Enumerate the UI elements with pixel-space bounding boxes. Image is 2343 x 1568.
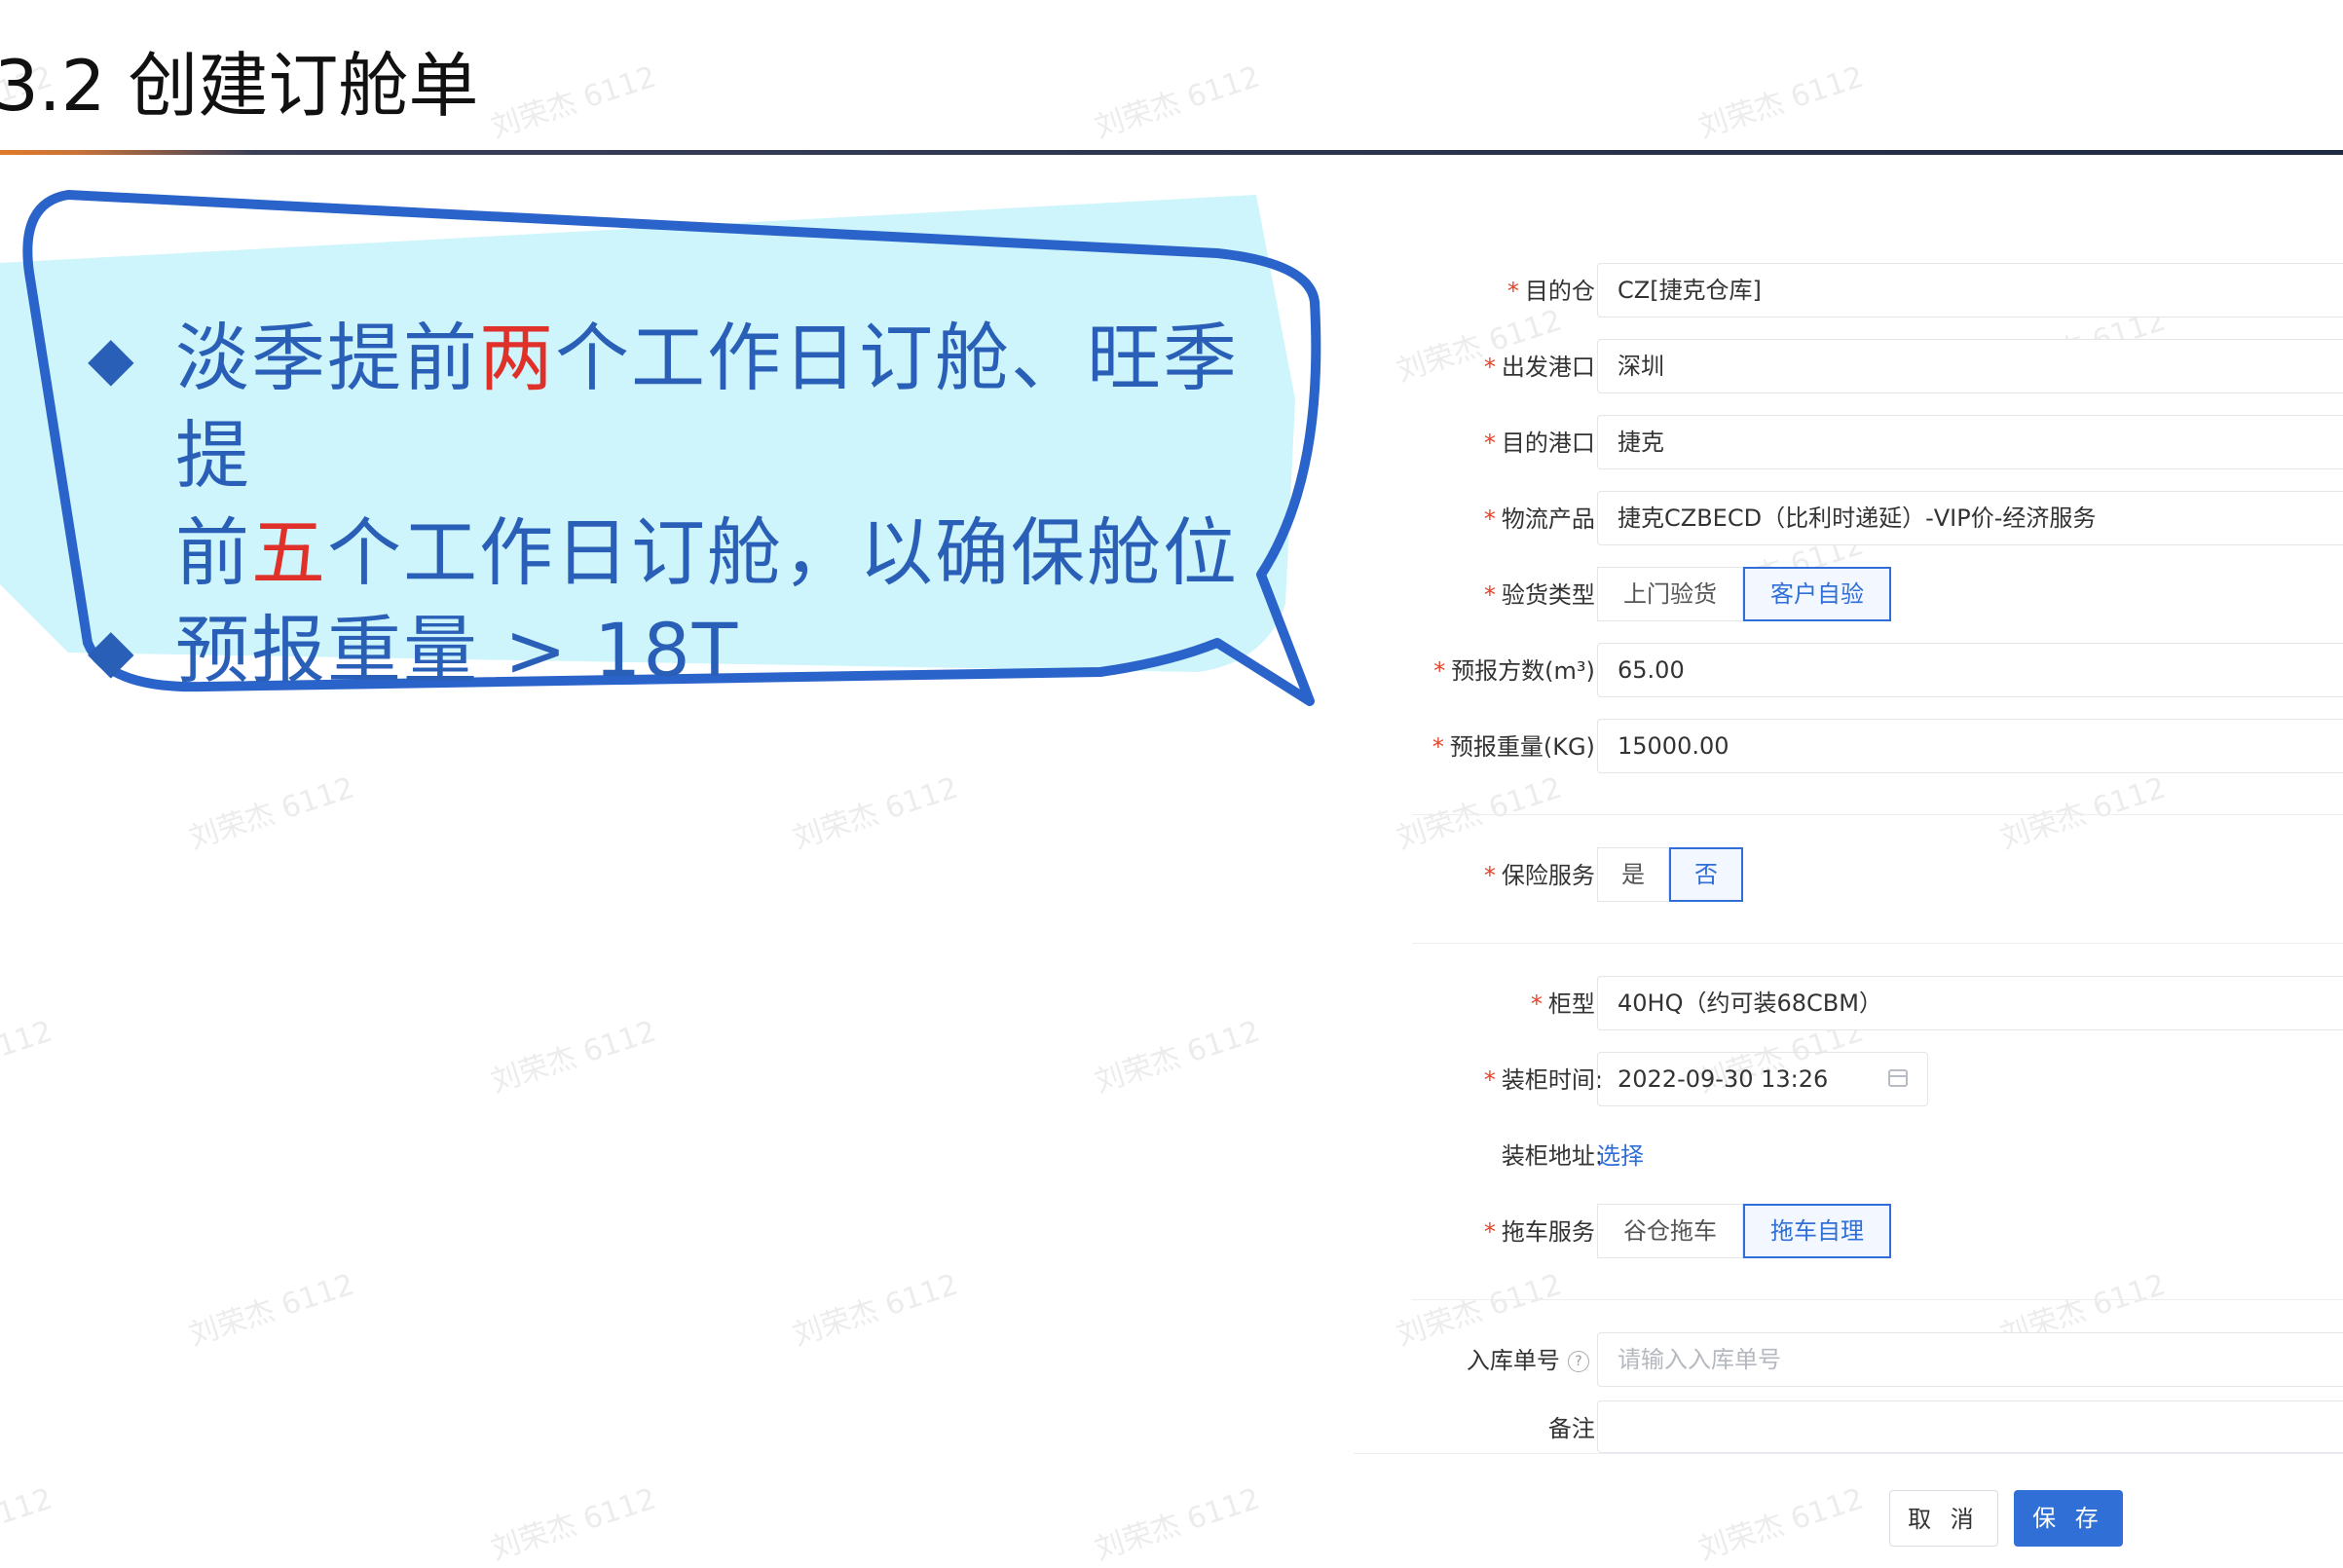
label-container-type: * 柜型: [1530,990,1603,1018]
watermark-text: 刘荣杰 6112 [184,770,359,857]
watermark-text: 刘荣杰 6112 [788,770,963,857]
bullet-item-weight: ◆ 预报重量 > 18T [88,602,1305,699]
row-forecast-weight: * 预报重量(KG): 15000.00 [1354,719,2343,775]
forecast-weight-input[interactable]: 15000.00 [1597,719,2343,773]
label-destination-warehouse: * 目的仓: [1506,278,1603,305]
required-mark: * [1483,1218,1496,1246]
watermark-text: 刘荣杰 6112 [0,1014,57,1101]
form-footer-divider [1354,1453,2343,1454]
title-underline [0,150,2343,155]
form-divider [1412,943,2343,944]
row-container-type: * 柜型: 40HQ（约可装68CBM） [1354,976,2343,1032]
required-mark: * [1483,862,1496,889]
row-loading-time: * 装柜时间: 2022-09-30 13:26 [1354,1052,2343,1108]
required-mark: * [1530,990,1543,1018]
inspection-option-onsite[interactable]: 上门验货 [1597,567,1743,621]
help-icon[interactable]: ? [1567,1351,1589,1372]
row-trucking: * 拖车服务: 谷仓拖车 拖车自理 [1354,1204,2343,1260]
slide-canvas: 刘荣杰 6112 刘荣杰 6112 刘荣杰 6112 刘荣杰 6112 刘荣杰 6112… [0,0,2343,1568]
watermark-text: 刘荣杰 6112 [0,1481,57,1568]
loading-time-picker[interactable]: 2022-09-30 13:26 [1597,1052,1928,1106]
slide-title: 3.2 创建订舱单 [0,45,479,127]
required-mark: * [1483,354,1496,381]
watermark-text: 刘荣杰 6112 [184,1267,359,1354]
trucking-toggle: 谷仓拖车 拖车自理 [1597,1204,1891,1258]
inspection-option-self[interactable]: 客户自验 [1743,567,1891,621]
calendar-icon[interactable] [1888,1069,1908,1087]
required-mark: * [1483,1066,1496,1094]
row-inbound-no: 入库单号?: 请输入入库单号 [1354,1332,2343,1389]
cancel-button[interactable]: 取 消 [1889,1490,1998,1547]
booking-form: * 目的仓: CZ[捷克仓库] * 出发港口: 深圳 * 目的港口: 捷克 * 物流产品… [1354,255,2343,1568]
container-type-field[interactable]: 40HQ（约可装68CBM） [1597,976,2343,1030]
label-trucking: * 拖车服务: [1483,1218,1603,1246]
diamond-icon: ◆ [88,322,136,393]
bullet-text-part: 前 [175,509,251,596]
label-departure-port: * 出发港口: [1483,354,1603,381]
insurance-option-no[interactable]: 否 [1669,847,1743,902]
required-mark: * [1506,278,1519,305]
bullet-highlight-two: 两 [479,315,555,401]
row-forecast-volume: * 预报方数(m³): 65.00 [1354,643,2343,699]
required-mark: * [1432,733,1444,761]
watermark-text: 刘荣杰 6112 [788,1267,963,1354]
row-destination-port: * 目的港口: 捷克 [1354,415,2343,471]
bullet-text-part: 个工作日订舱，以确保舱位 [327,509,1239,596]
row-inspection-type: * 验货类型: 上门验货 客户自验 [1354,567,2343,623]
loading-time-value: 2022-09-30 13:26 [1618,1065,1829,1093]
row-departure-port: * 出发港口: 深圳 [1354,339,2343,395]
row-insurance: * 保险服务: 是 否 [1354,847,2343,904]
required-mark: * [1483,429,1496,457]
trucking-option-warehouse[interactable]: 谷仓拖车 [1597,1204,1743,1258]
bullet-highlight-five: 五 [251,509,327,596]
remarks-textarea[interactable] [1597,1400,2343,1453]
label-logistics-product: * 物流产品: [1483,505,1603,533]
forecast-volume-input[interactable]: 65.00 [1597,643,2343,697]
logistics-product-field[interactable]: 捷克CZBECD（比利时递延）-VIP价-经济服务 [1597,491,2343,545]
watermark-text: 刘荣杰 6112 [1693,59,1869,146]
select-address-link[interactable]: 选择 [1597,1128,1644,1184]
watermark-text: 刘荣杰 6112 [486,1014,661,1101]
insurance-toggle: 是 否 [1597,847,1743,902]
required-mark: * [1483,505,1496,533]
label-loading-address: 装柜地址: [1501,1142,1603,1170]
row-loading-address: 装柜地址: 选择 [1354,1128,2343,1184]
label-forecast-volume: * 预报方数(m³): [1433,657,1603,685]
watermark-text: 刘荣杰 6112 [486,1481,661,1568]
watermark-text: 刘荣杰 6112 [486,59,661,146]
required-mark: * [1483,581,1496,609]
form-divider [1412,814,2343,815]
label-loading-time: * 装柜时间: [1483,1066,1603,1094]
bubble-text: ◆ 淡季提前两个工作日订舱、旺季提 前五个工作日订舱，以确保舱位 ◆ 预报重量 … [88,310,1305,699]
label-remarks: 备注: [1547,1415,1603,1442]
label-inspection-type: * 验货类型: [1483,581,1603,609]
watermark-text: 刘荣杰 6112 [1090,1481,1265,1568]
label-destination-port: * 目的港口: [1483,429,1603,457]
destination-port-field[interactable]: 捷克 [1597,415,2343,469]
form-divider [1412,1299,2343,1300]
inbound-no-input[interactable]: 请输入入库单号 [1597,1332,2343,1387]
watermark-text: 刘荣杰 6112 [1090,59,1265,146]
label-forecast-weight: * 预报重量(KG): [1432,733,1603,761]
departure-port-field[interactable]: 深圳 [1597,339,2343,393]
watermark-text: 刘荣杰 6112 [1090,1014,1265,1101]
row-logistics-product: * 物流产品: 捷克CZBECD（比利时递延）-VIP价-经济服务 [1354,491,2343,547]
bullet-text-part: 淡季提前 [175,315,479,401]
diamond-icon: ◆ [88,615,136,686]
insurance-option-yes[interactable]: 是 [1597,847,1669,902]
row-destination-warehouse: * 目的仓: CZ[捷克仓库] [1354,263,2343,319]
label-insurance: * 保险服务: [1483,862,1603,889]
save-button[interactable]: 保 存 [2014,1490,2123,1547]
destination-warehouse-field[interactable]: CZ[捷克仓库] [1597,263,2343,317]
bullet-item-booking-time: ◆ 淡季提前两个工作日订舱、旺季提 前五个工作日订舱，以确保舱位 [88,310,1305,602]
label-inbound-no: 入库单号?: [1467,1332,1603,1389]
required-mark: * [1433,657,1446,685]
row-remarks: 备注: [1354,1400,2343,1457]
bullet-text-weight: 预报重量 > 18T [175,607,740,693]
inspection-type-toggle: 上门验货 客户自验 [1597,567,1891,621]
trucking-option-self[interactable]: 拖车自理 [1743,1204,1891,1258]
